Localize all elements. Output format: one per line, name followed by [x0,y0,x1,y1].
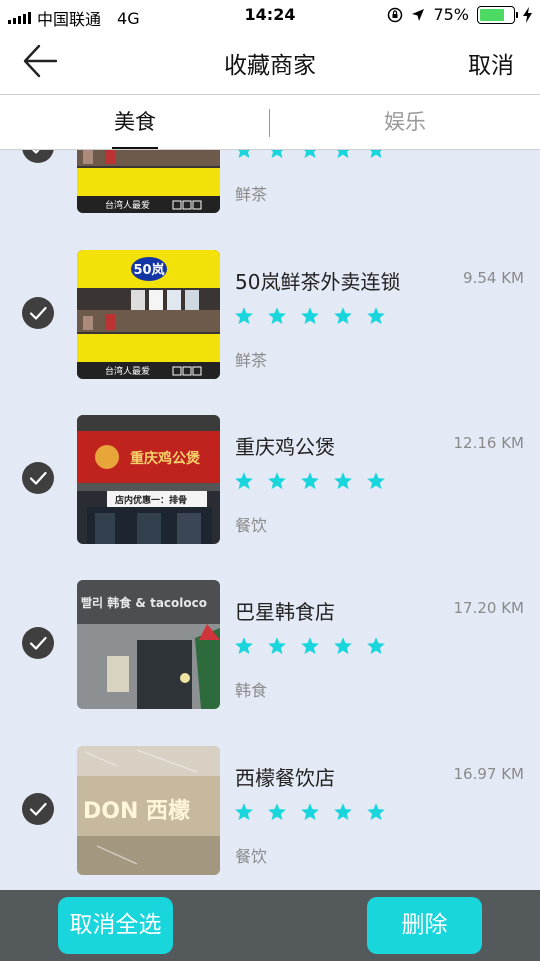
active-tab-indicator [112,147,158,149]
shop-caption: 台湾人最爱 [105,365,150,377]
battery-percent: 75% [433,5,469,24]
shop-photo: 빨리 韩食 & tacoloco [77,580,220,709]
list-item[interactable]: 50岚台湾人最爱 50岚鲜茶外卖连锁 9.54 KM 鲜茶 [0,250,540,380]
rating-stars [234,150,386,160]
charging-bolt-icon [523,6,532,23]
shop-category: 鲜茶 [235,185,268,204]
star-icon [367,472,385,490]
star-icon [235,472,253,490]
status-right: 75% [387,5,532,24]
shop-category: 鲜茶 [235,351,268,370]
star-icon [235,637,253,655]
rating-stars [234,636,386,656]
shop-distance: 16.97 KM [453,765,525,783]
list-item[interactable]: DON 西檬 西檬餐饮店 16.97 KM 餐饮 [0,746,540,876]
checkbox-checked-icon[interactable] [22,627,54,659]
star-icon [303,150,317,159]
shop-category: 餐饮 [235,847,268,866]
shop-name: 重庆鸡公煲 [235,435,335,459]
tab-entertainment[interactable]: 娱乐 [270,95,540,150]
shop-thumbnail[interactable]: DON 西檬 [77,746,220,875]
rating-stars [234,306,386,326]
tab-food[interactable]: 美食 [0,95,270,150]
star-icon [268,803,286,821]
shop-photo: 重庆鸡公煲店内优惠一：排骨 [77,415,220,544]
star-icon [367,803,385,821]
list-item[interactable]: 빨리 韩食 & tacoloco 巴星韩食店 17.20 KM 韩食 [0,580,540,710]
shop-name: 50岚鲜茶外卖连锁 [235,270,401,294]
page-title: 收藏商家 [224,53,316,79]
list-item[interactable]: 50岚台湾人最爱鲜茶 [0,150,540,214]
bottom-action-bar: 取消全选 删除 [0,890,540,961]
cancel-button[interactable]: 取消 [468,46,514,80]
shop-name: 巴星韩食店 [235,600,335,624]
star-icon [270,150,284,159]
location-arrow-icon [412,8,425,21]
checkbox-checked-icon[interactable] [22,297,54,329]
nav-bar: 收藏商家 取消 [0,30,540,94]
star-icon [367,637,385,655]
star-icon [268,307,286,325]
star-icon [369,150,383,159]
arrow-left-icon [23,44,58,78]
checkbox-checked-icon[interactable] [22,793,54,825]
star-icon [268,637,286,655]
shop-photo: DON 西檬 [77,746,220,875]
delete-button[interactable]: 删除 [367,897,482,954]
shop-distance: 17.20 KM [453,599,525,617]
shop-distance: 12.16 KM [453,434,525,452]
shop-photo: 50岚台湾人最爱 [77,150,220,213]
list-item[interactable]: 重庆鸡公煲 店内优惠一：排骨 重庆鸡公煲 12.16 KM 餐饮 [0,415,540,545]
shop-thumbnail[interactable]: 빨리 韩食 & tacoloco [77,580,220,709]
star-icon [301,637,319,655]
star-icon [268,472,286,490]
star-icon [235,307,253,325]
shop-sign-text: 重庆鸡公煲 [130,450,201,467]
unselect-all-button[interactable]: 取消全选 [58,897,173,954]
star-icon [336,150,350,159]
back-button[interactable] [22,44,62,78]
shop-sign-text: 50岚 [133,262,164,278]
status-bar: 中国联通 4G 14:24 75% [0,0,540,30]
favorite-shop-list[interactable]: 50岚台湾人最爱鲜茶50岚台湾人最爱50岚鲜茶外卖连锁9.54 KM鲜茶重庆鸡公… [0,150,540,890]
shop-sign-text: 빨리 韩食 & tacoloco [81,595,207,610]
star-icon [334,307,352,325]
shop-distance: 9.54 KM [463,269,524,287]
star-icon [334,472,352,490]
shop-category: 韩食 [235,681,268,700]
category-tabs: 美食 娱乐 [0,94,540,150]
shop-name: 西檬餐饮店 [235,766,335,790]
shop-strip-text: 店内优惠一：排骨 [115,494,187,506]
orientation-lock-icon [388,7,403,22]
star-icon [334,637,352,655]
star-icon [301,307,319,325]
shop-thumbnail[interactable]: 50岚台湾人最爱 [77,250,220,379]
star-icon [301,472,319,490]
rating-stars [234,802,386,822]
checkbox-checked-icon[interactable] [22,150,54,163]
rating-stars [234,471,386,491]
star-icon [301,803,319,821]
star-icon [235,803,253,821]
star-icon [334,803,352,821]
shop-thumbnail[interactable]: 50岚台湾人最爱 [77,150,220,213]
shop-thumbnail[interactable]: 重庆鸡公煲店内优惠一：排骨 [77,415,220,544]
shop-category: 餐饮 [235,516,268,535]
checkbox-checked-icon[interactable] [22,462,54,494]
shop-sign-text: DON 西檬 [83,798,190,824]
star-icon [367,307,385,325]
shop-photo: 50岚台湾人最爱 [77,250,220,379]
star-icon [237,150,251,159]
shop-caption: 台湾人最爱 [105,199,150,211]
battery-icon [477,5,518,24]
